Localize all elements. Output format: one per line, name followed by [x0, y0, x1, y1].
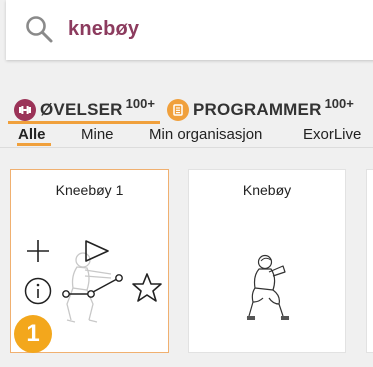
play-icon[interactable]	[83, 239, 111, 263]
exercise-title: Knebøy	[242, 182, 292, 198]
filter-tab-alle[interactable]: Alle	[18, 126, 46, 143]
active-filter-indicator	[17, 143, 51, 146]
tab-programmer[interactable]: PROGRAMMER 100+	[167, 96, 354, 124]
search-input[interactable]: knebøy	[68, 18, 139, 41]
info-icon[interactable]	[23, 276, 53, 306]
search-icon	[26, 16, 53, 43]
position-badge: 1	[14, 315, 52, 353]
tab-programmer-count: 100+	[324, 95, 354, 111]
exercise-illustration	[246, 254, 290, 320]
add-icon[interactable]	[25, 238, 51, 264]
document-icon	[167, 99, 189, 121]
exercise-card[interactable]: Knebøy	[188, 169, 346, 353]
filter-tab-min-organisasjon[interactable]: Min organisasjon	[149, 126, 262, 143]
filter-divider	[0, 147, 373, 148]
exercise-title: Kneebøy 1	[55, 182, 124, 198]
tab-ovelser-label: ØVELSER	[40, 100, 123, 119]
exercise-card[interactable]	[366, 169, 373, 353]
filter-tab-mine[interactable]: Mine	[81, 126, 114, 143]
share-icon[interactable]	[61, 274, 127, 308]
tab-ovelser-count: 100+	[125, 95, 155, 111]
tab-programmer-label: PROGRAMMER	[193, 100, 322, 119]
filter-tabs: Alle Mine Min organisasjon ExorLive	[0, 124, 373, 146]
tab-ovelser[interactable]: ØVELSER 100+	[14, 96, 155, 124]
star-icon[interactable]	[131, 272, 163, 304]
search-bar[interactable]: knebøy	[6, 0, 373, 60]
filter-tab-exorlive[interactable]: ExorLive	[303, 126, 361, 143]
dumbbell-icon	[14, 99, 36, 121]
